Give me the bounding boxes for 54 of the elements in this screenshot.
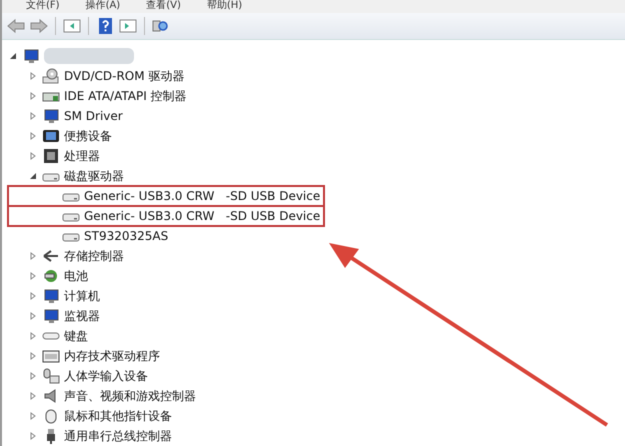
- monitor-icon: [42, 308, 60, 324]
- collapsed-arrow-icon[interactable]: [28, 252, 38, 260]
- device-icon: [42, 128, 60, 144]
- tree-item[interactable]: 磁盘驱动器: [64, 168, 124, 184]
- computer-icon: [42, 108, 60, 124]
- collapsed-arrow-icon[interactable]: [28, 372, 38, 380]
- expanded-arrow-icon[interactable]: [28, 172, 38, 180]
- menu-item[interactable]: 帮助(H): [206, 0, 242, 13]
- forward-icon[interactable]: [29, 17, 49, 35]
- tree-item[interactable]: IDE ATA/ATAPI 控制器: [64, 88, 187, 104]
- tree-item[interactable]: 便携设备: [64, 128, 112, 144]
- tree-item[interactable]: ST9320325AS: [84, 229, 168, 243]
- tree-item[interactable]: 键盘: [64, 328, 88, 344]
- tree-item[interactable]: 内存技术驱动程序: [64, 348, 160, 364]
- tree-item[interactable]: 处理器: [64, 148, 100, 164]
- tree-item[interactable]: 监视器: [64, 308, 100, 324]
- battery-icon: [42, 268, 60, 284]
- disc-drive-icon: [42, 68, 60, 84]
- collapsed-arrow-icon[interactable]: [28, 392, 38, 400]
- panel-icon[interactable]: [118, 17, 138, 35]
- tree-item[interactable]: 通用串行总线控制器: [64, 428, 172, 444]
- collapsed-arrow-icon[interactable]: [28, 92, 38, 100]
- collapsed-arrow-icon[interactable]: [28, 272, 38, 280]
- storage-controller-icon: [42, 248, 60, 264]
- collapsed-arrow-icon[interactable]: [28, 412, 38, 420]
- menu-item[interactable]: 操作(A): [86, 0, 120, 13]
- collapsed-arrow-icon[interactable]: [28, 352, 38, 360]
- tree-item[interactable]: Generic- USB3.0 CRW -SD USB Device: [84, 189, 320, 203]
- collapsed-arrow-icon[interactable]: [28, 112, 38, 120]
- input-device-icon: [42, 368, 60, 384]
- tree-item[interactable]: SM Driver: [64, 109, 123, 123]
- tree-item[interactable]: 存储控制器: [64, 248, 124, 264]
- menu-item[interactable]: 查看(V): [146, 0, 181, 13]
- tree-item[interactable]: 声音、视频和游戏控制器: [64, 388, 196, 404]
- tree-item[interactable]: 计算机: [64, 288, 100, 304]
- expanded-arrow-icon[interactable]: [8, 52, 18, 60]
- collapsed-arrow-icon[interactable]: [28, 72, 38, 80]
- computer-icon: [42, 288, 60, 304]
- tree-item[interactable]: 鼠标和其他指针设备: [64, 408, 172, 424]
- collapsed-arrow-icon[interactable]: [28, 332, 38, 340]
- computer-icon: [22, 48, 40, 64]
- memory-card-icon: [42, 348, 60, 364]
- tree-item[interactable]: Generic- USB3.0 CRW -SD USB Device: [84, 209, 320, 223]
- collapsed-arrow-icon[interactable]: [28, 292, 38, 300]
- tree-item[interactable]: 人体学输入设备: [64, 368, 148, 384]
- collapsed-arrow-icon[interactable]: [28, 312, 38, 320]
- tree-item[interactable]: 电池: [64, 268, 88, 284]
- collapsed-arrow-icon[interactable]: [28, 132, 38, 140]
- chip-icon: [42, 148, 60, 164]
- collapsed-arrow-icon[interactable]: [28, 432, 38, 440]
- tree-item[interactable]: DVD/CD-ROM 驱动器: [64, 68, 184, 84]
- back-icon[interactable]: [6, 17, 26, 35]
- collapsed-arrow-icon[interactable]: [28, 152, 38, 160]
- console-icon[interactable]: [62, 17, 82, 35]
